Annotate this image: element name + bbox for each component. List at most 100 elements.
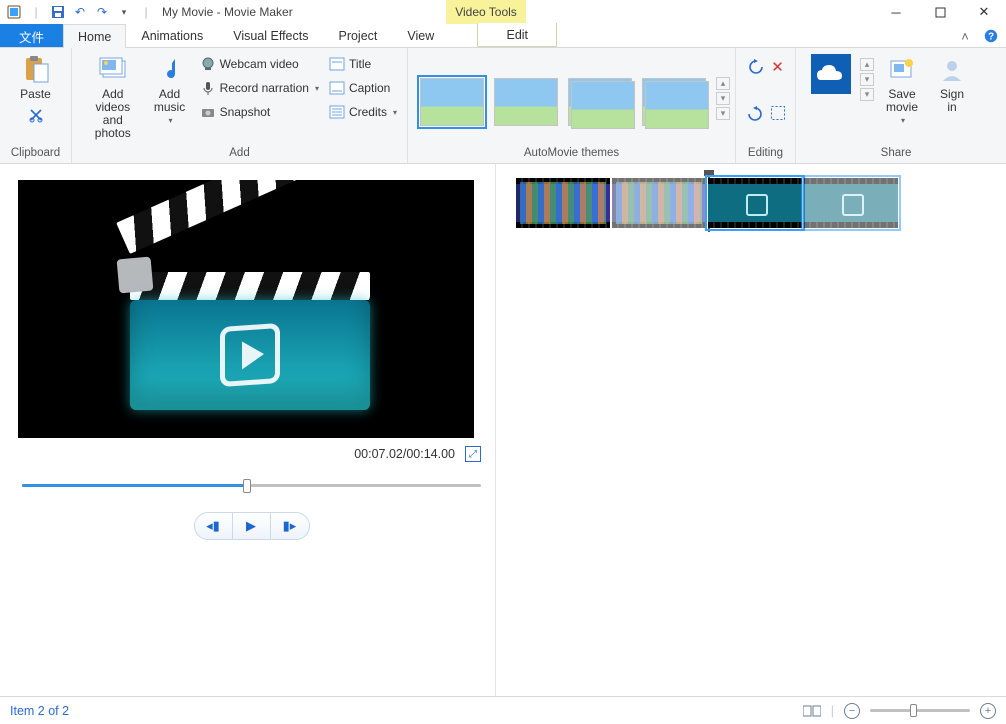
group-label-automovie: AutoMovie themes bbox=[416, 145, 727, 163]
tab-home[interactable]: Home bbox=[63, 24, 126, 48]
title-button[interactable]: Title bbox=[327, 52, 399, 76]
timeline-pane bbox=[496, 164, 1006, 696]
clip-1[interactable] bbox=[516, 178, 610, 228]
status-item-count: Item 2 of 2 bbox=[10, 704, 69, 718]
save-movie-button[interactable]: Save movie ▾ bbox=[876, 52, 928, 127]
credits-icon bbox=[329, 104, 345, 120]
onedrive-icon bbox=[811, 54, 851, 94]
paste-icon bbox=[20, 54, 52, 86]
ribbon-tabs: 文件 Home Animations Visual Effects Projec… bbox=[0, 24, 1006, 48]
seek-thumb[interactable] bbox=[243, 479, 251, 493]
chevron-down-icon: ▾ bbox=[315, 84, 319, 93]
statusbar: Item 2 of 2 | − + bbox=[0, 696, 1006, 724]
group-automovie: ▴ ▾ ▾ AutoMovie themes bbox=[408, 48, 736, 163]
select-all-icon[interactable] bbox=[770, 105, 786, 121]
zoom-out-button[interactable]: − bbox=[844, 703, 860, 719]
qat-customize-icon[interactable]: ▾ bbox=[114, 2, 134, 22]
tab-project[interactable]: Project bbox=[323, 24, 392, 47]
close-button[interactable]: ✕ bbox=[962, 0, 1006, 24]
content-area: 00:07.02/00:14.00 ⤢ ◂▮ ▶ ▮▸ bbox=[0, 164, 1006, 696]
quick-access-toolbar: | ↶ ↷ ▾ | bbox=[0, 2, 156, 22]
zoom-thumb[interactable] bbox=[910, 704, 917, 717]
playback-controls: ◂▮ ▶ ▮▸ bbox=[194, 512, 310, 540]
caption-button[interactable]: Caption bbox=[327, 76, 399, 100]
title-icon bbox=[329, 56, 345, 72]
clip-1-tail[interactable] bbox=[612, 178, 706, 228]
group-share: ▴ ▾ ▾ Save movie ▾ Sign in Share bbox=[796, 48, 996, 163]
cut-button[interactable] bbox=[28, 107, 44, 123]
app-icon[interactable] bbox=[4, 2, 24, 22]
preview-monitor bbox=[18, 180, 474, 438]
group-editing: ✕ Editing bbox=[736, 48, 796, 163]
theme-thumbnail-4[interactable] bbox=[642, 78, 706, 126]
seek-slider[interactable] bbox=[22, 476, 481, 494]
snapshot-button[interactable]: Snapshot bbox=[198, 100, 321, 124]
microphone-icon bbox=[200, 80, 216, 96]
tab-animations[interactable]: Animations bbox=[126, 24, 218, 47]
group-label-clipboard: Clipboard bbox=[8, 145, 63, 163]
group-label-share: Share bbox=[804, 145, 988, 163]
preview-pane: 00:07.02/00:14.00 ⤢ ◂▮ ▶ ▮▸ bbox=[0, 164, 496, 696]
gallery-down-icon[interactable]: ▾ bbox=[860, 73, 874, 86]
user-icon bbox=[936, 54, 968, 86]
qat-separator: | bbox=[136, 2, 156, 22]
save-movie-label: Save movie bbox=[886, 88, 918, 114]
view-mode-icon[interactable] bbox=[803, 704, 821, 718]
svg-text:?: ? bbox=[988, 32, 994, 43]
webcam-video-button[interactable]: Webcam video bbox=[198, 52, 321, 76]
clip-2-tail[interactable] bbox=[804, 178, 898, 228]
credits-button[interactable]: Credits▾ bbox=[327, 100, 399, 124]
zoom-in-button[interactable]: + bbox=[980, 703, 996, 719]
gallery-more-icon[interactable]: ▾ bbox=[716, 107, 730, 120]
time-display: 00:07.02/00:14.00 bbox=[354, 447, 455, 461]
titlebar: | ↶ ↷ ▾ | My Movie - Movie Maker Video T… bbox=[0, 0, 1006, 24]
add-music-button[interactable]: Add music ▾ bbox=[146, 52, 194, 127]
paste-label: Paste bbox=[20, 88, 51, 101]
fullscreen-icon[interactable]: ⤢ bbox=[465, 446, 481, 462]
rotate-left-icon[interactable] bbox=[747, 58, 765, 76]
help-icon[interactable]: ? bbox=[982, 27, 1000, 45]
tab-visual-effects[interactable]: Visual Effects bbox=[218, 24, 323, 47]
maximize-button[interactable] bbox=[918, 0, 962, 24]
next-frame-button[interactable]: ▮▸ bbox=[271, 513, 309, 539]
webcam-icon bbox=[200, 56, 216, 72]
gallery-down-icon[interactable]: ▾ bbox=[716, 92, 730, 105]
ribbon-collapse-icon[interactable]: ˄ bbox=[956, 27, 974, 45]
clapperboard-graphic bbox=[116, 214, 376, 404]
rotate-right-icon[interactable] bbox=[746, 105, 764, 123]
tab-edit[interactable]: Edit bbox=[477, 23, 557, 47]
gallery-up-icon[interactable]: ▴ bbox=[716, 77, 730, 90]
zoom-slider[interactable] bbox=[870, 709, 970, 712]
clip-2[interactable] bbox=[708, 178, 802, 228]
group-add: Add videos and photos Add music ▾ Webcam… bbox=[72, 48, 408, 163]
photo-stack-icon bbox=[97, 54, 129, 86]
tab-file[interactable]: 文件 bbox=[0, 24, 63, 47]
group-clipboard: Paste Clipboard bbox=[0, 48, 72, 163]
paste-button[interactable]: Paste bbox=[12, 52, 60, 103]
theme-thumbnail-1[interactable] bbox=[420, 78, 484, 126]
ribbon: Paste Clipboard Add videos and photos Ad… bbox=[0, 48, 1006, 164]
add-videos-photos-button[interactable]: Add videos and photos bbox=[80, 52, 146, 142]
theme-thumbnail-3[interactable] bbox=[568, 78, 632, 126]
onedrive-button[interactable] bbox=[804, 52, 858, 96]
chevron-down-icon: ▾ bbox=[901, 116, 905, 125]
play-button[interactable]: ▶ bbox=[233, 513, 271, 539]
group-label-editing: Editing bbox=[744, 145, 787, 163]
minimize-button[interactable]: ─ bbox=[874, 0, 918, 24]
context-tab-header: Video Tools bbox=[446, 0, 526, 24]
gallery-up-icon[interactable]: ▴ bbox=[860, 58, 874, 71]
tab-view[interactable]: View bbox=[392, 24, 449, 47]
camera-icon bbox=[200, 104, 216, 120]
theme-thumbnail-2[interactable] bbox=[494, 78, 558, 126]
save-movie-icon bbox=[886, 54, 918, 86]
sign-in-button[interactable]: Sign in bbox=[928, 52, 976, 116]
save-icon[interactable] bbox=[48, 2, 68, 22]
delete-icon[interactable]: ✕ bbox=[771, 58, 784, 76]
gallery-more-icon[interactable]: ▾ bbox=[860, 88, 874, 101]
undo-icon[interactable]: ↶ bbox=[70, 2, 90, 22]
prev-frame-button[interactable]: ◂▮ bbox=[195, 513, 233, 539]
storyboard[interactable] bbox=[516, 178, 996, 232]
redo-icon[interactable]: ↷ bbox=[92, 2, 112, 22]
record-narration-button[interactable]: Record narration▾ bbox=[198, 76, 321, 100]
music-note-icon bbox=[154, 54, 186, 86]
